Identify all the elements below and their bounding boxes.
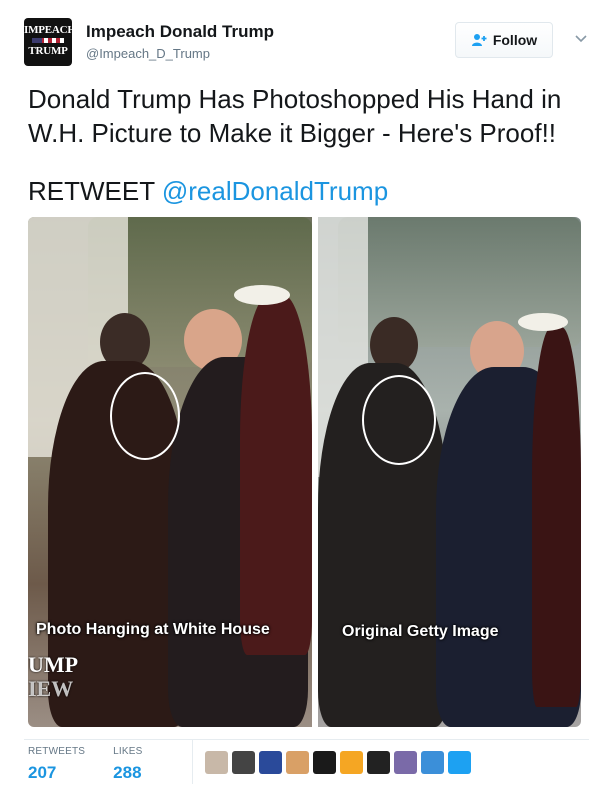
avatar[interactable]: IMPEACH TRUMP bbox=[24, 18, 72, 66]
flag-icon bbox=[32, 38, 64, 43]
liker-avatar[interactable] bbox=[205, 751, 228, 774]
marine-cap bbox=[234, 285, 290, 305]
likes-count[interactable]: 288 bbox=[113, 763, 142, 783]
watermark-line2: IEW bbox=[28, 676, 74, 701]
stats-separator bbox=[192, 740, 193, 784]
retweet-prefix: RETWEET bbox=[28, 176, 162, 206]
chevron-down-icon[interactable] bbox=[575, 30, 587, 46]
liker-avatars bbox=[205, 751, 471, 774]
liker-avatar[interactable] bbox=[367, 751, 390, 774]
liker-avatar[interactable] bbox=[259, 751, 282, 774]
right-photo[interactable]: Original Getty Image bbox=[318, 217, 581, 727]
marine-cap bbox=[518, 313, 568, 331]
retweets-stat[interactable]: RETWEETS 207 bbox=[28, 746, 85, 782]
account-handle[interactable]: @Impeach_D_Trump bbox=[86, 46, 274, 61]
likes-stat[interactable]: LIKES 288 bbox=[113, 746, 142, 782]
right-caption: Original Getty Image bbox=[342, 623, 499, 640]
tweet-header: IMPEACH TRUMP Impeach Donald Trump @Impe… bbox=[24, 18, 589, 68]
marine bbox=[532, 327, 581, 707]
stats-divider bbox=[24, 739, 589, 740]
hand-highlight bbox=[110, 372, 180, 460]
retweets-label: RETWEETS bbox=[28, 746, 86, 757]
retweet-line: RETWEET @realDonaldTrump bbox=[28, 174, 588, 208]
avatar-text-bottom: TRUMP bbox=[28, 45, 68, 57]
avatar-text-top: IMPEACH bbox=[24, 24, 72, 36]
liker-avatar[interactable] bbox=[421, 751, 444, 774]
liker-avatar[interactable] bbox=[394, 751, 417, 774]
liker-avatar[interactable] bbox=[313, 751, 336, 774]
marine bbox=[240, 295, 312, 655]
tweet-media[interactable]: Photo Hanging at White House UMP IEW Ori… bbox=[28, 217, 581, 727]
likes-label: LIKES bbox=[113, 746, 143, 757]
account-names[interactable]: Impeach Donald Trump @Impeach_D_Trump bbox=[86, 22, 274, 61]
left-caption: Photo Hanging at White House bbox=[36, 621, 270, 638]
liker-avatar[interactable] bbox=[448, 751, 471, 774]
watermark-line1: UMP bbox=[28, 652, 79, 677]
add-user-icon bbox=[471, 33, 487, 47]
tweet-text: Donald Trump Has Photoshopped His Hand i… bbox=[28, 82, 588, 208]
retweets-count[interactable]: 207 bbox=[28, 763, 85, 783]
mention-link[interactable]: @realDonaldTrump bbox=[162, 176, 388, 206]
follow-button[interactable]: Follow bbox=[455, 22, 553, 58]
display-name[interactable]: Impeach Donald Trump bbox=[86, 22, 274, 42]
follow-label: Follow bbox=[492, 32, 538, 48]
tweet-body: Donald Trump Has Photoshopped His Hand i… bbox=[28, 84, 562, 148]
liker-avatar[interactable] bbox=[232, 751, 255, 774]
left-photo[interactable]: Photo Hanging at White House UMP IEW bbox=[28, 217, 312, 727]
liker-avatar[interactable] bbox=[286, 751, 309, 774]
liker-avatar[interactable] bbox=[340, 751, 363, 774]
tweet-stats: RETWEETS 207 LIKES 288 bbox=[28, 746, 171, 782]
hand-highlight bbox=[362, 375, 436, 465]
